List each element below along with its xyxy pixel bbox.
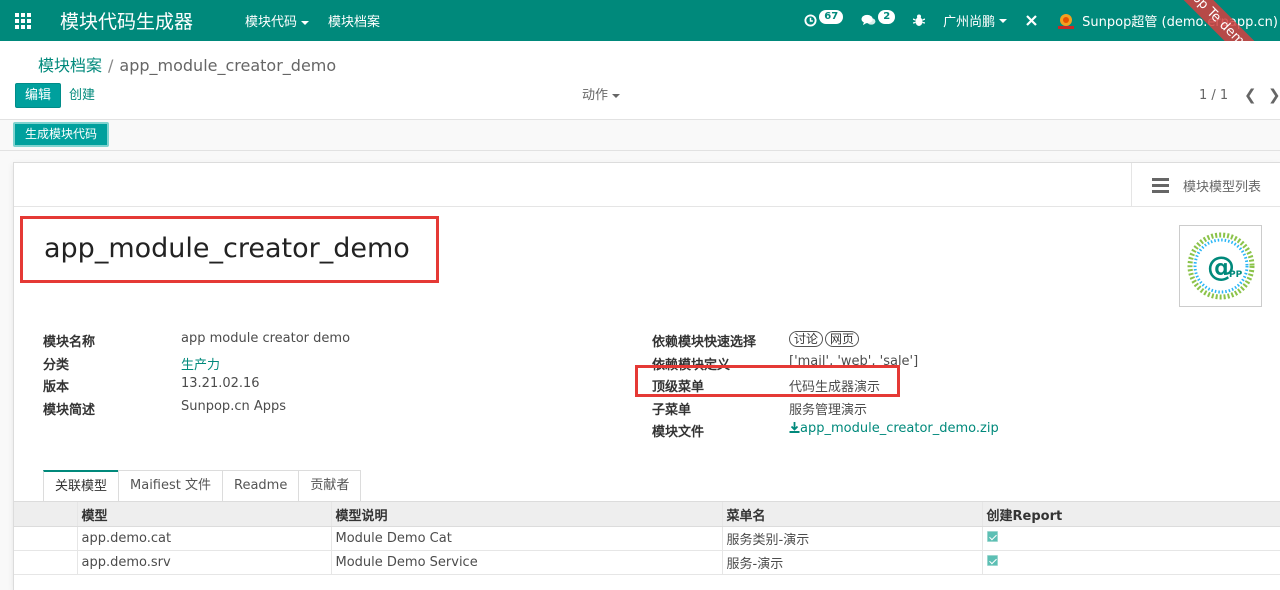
comments-icon [861,14,876,26]
user-menu[interactable]: Sunpop超管 (demo.erpapp.cn) [1056,11,1278,30]
cell-description: Module Demo Cat [330,526,722,551]
module-model-list-button[interactable]: 模块模型列表 [1131,163,1280,207]
module-file-download-link[interactable]: app_module_creator_demo.zip [789,421,999,436]
list-icon [1152,177,1169,193]
button-box: 模块模型列表 [14,163,1280,207]
debug-menu[interactable] [913,14,926,27]
menu-module-code[interactable]: 模块代码 [245,11,310,30]
form-header: 生成模块代码 [0,120,1280,151]
breadcrumb-current: app_module_creator_demo [119,56,337,75]
field-value-sub-menu: 服务管理演示 [789,403,868,418]
related-models-table: 模型 模型说明 菜单名 创建Report app.demo.cat Module… [14,501,1280,575]
tab-readme[interactable]: Readme [222,470,300,502]
top-navbar: 模块代码生成器 模块代码 模块档案 67 2 广州尚鹏 Sunpop超管 (de… [0,0,1280,41]
pager-next-icon[interactable]: ❯ [1268,83,1280,108]
cell-description: Module Demo Service [330,550,722,575]
create-button[interactable]: 创建 [69,83,95,108]
message-badge: 2 [878,9,896,24]
control-panel: 模块档案 / app_module_creator_demo 编辑 创建 动作 1 … [0,41,1280,120]
field-label-module-file: 模块文件 [652,425,705,440]
user-name: Sunpop超管 (demo.erpapp.cn) [1082,15,1278,30]
activity-menu[interactable]: 67 [804,9,844,28]
company-name: 广州尚鹏 [943,15,996,30]
column-header-report[interactable]: 创建Report [981,501,1280,527]
company-switcher[interactable]: 广州尚鹏 [943,11,1008,30]
row-handle [14,526,77,551]
cell-menu: 服务类别-演示 [721,526,982,551]
column-header-description[interactable]: 模型说明 [330,501,722,527]
form-sheet: 模块模型列表 app_module_creator_demo @ PP 模块名称… [13,162,1280,590]
cell-report [981,550,1280,575]
download-icon [789,422,800,433]
pager-previous-icon[interactable]: ❮ [1244,83,1257,108]
notebook-tabs: 关联模型 Maifiest 文件 Readme 贡献者 [43,470,362,502]
table-row[interactable]: app.demo.srv Module Demo Service 服务-演示 [14,550,1280,575]
row-handle [14,550,77,575]
field-value-dep-quick: 讨论 网页 [789,331,861,347]
menu-module-archive[interactable]: 模块档案 [328,11,380,30]
tools-menu[interactable] [1025,14,1038,27]
module-icon-image[interactable]: @ PP [1179,225,1262,307]
actions-dropdown[interactable]: 动作 [582,83,621,108]
breadcrumb: 模块档案 / app_module_creator_demo [38,52,336,76]
apps-menu-icon[interactable] [0,0,46,41]
breadcrumb-separator: / [108,56,114,75]
cell-report [981,526,1280,551]
breadcrumb-parent[interactable]: 模块档案 [38,56,102,75]
bug-icon [913,14,926,26]
tab-related-models[interactable]: 关联模型 [43,470,120,502]
field-value-version: 13.21.02.16 [181,376,260,391]
close-tools-icon [1026,15,1037,26]
cell-menu: 服务-演示 [721,550,982,575]
smart-button-label: 模块模型列表 [1183,179,1262,195]
field-label-summary: 模块简述 [43,403,96,418]
dep-tag-discuss[interactable]: 讨论 [789,331,824,347]
cell-model: app.demo.cat [76,526,331,551]
field-label-category: 分类 [43,358,70,373]
chevron-down-icon [612,93,621,98]
field-value-top-menu: 代码生成器演示 [789,380,881,395]
pager-value[interactable]: 1 / 1 [1199,83,1228,108]
activity-badge: 67 [819,9,844,24]
field-label-module-name: 模块名称 [43,335,96,350]
report-checkbox[interactable] [986,531,998,542]
field-value-module-name: app module creator demo [181,331,351,346]
field-label-version: 版本 [43,380,70,395]
row-handle-header [14,501,77,527]
generate-module-code-button[interactable]: 生成模块代码 [13,122,110,147]
field-label-sub-menu: 子菜单 [652,403,692,418]
report-checkbox[interactable] [986,555,998,566]
messaging-menu[interactable]: 2 [861,9,896,28]
app-logo-icon: @ PP [1187,232,1254,300]
svg-text:PP: PP [1229,270,1243,280]
record-title: app_module_creator_demo [44,233,410,264]
field-label-top-menu: 顶级菜单 [652,380,705,395]
module-file-name: app_module_creator_demo.zip [800,421,999,436]
field-value-summary: Sunpop.cn Apps [181,399,287,414]
field-value-category[interactable]: 生产力 [181,354,220,373]
dep-tag-web[interactable]: 网页 [825,331,860,347]
column-header-model[interactable]: 模型 [76,501,331,527]
field-label-dep-quick: 依赖模块快速选择 [652,335,757,350]
edit-button[interactable]: 编辑 [15,83,62,108]
actions-label: 动作 [582,88,609,103]
user-avatar-logo [1058,13,1075,29]
table-row[interactable]: app.demo.cat Module Demo Cat 服务类别-演示 [14,526,1280,551]
tab-contributors[interactable]: 贡献者 [298,470,362,502]
table-header-row: 模型 模型说明 菜单名 创建Report [14,501,1280,527]
app-brand: 模块代码生成器 [60,11,194,33]
tab-manifest[interactable]: Maifiest 文件 [118,470,223,502]
chevron-down-icon [301,20,310,25]
column-header-menu[interactable]: 菜单名 [721,501,982,527]
clock-icon [804,14,817,27]
chevron-down-icon [999,18,1008,23]
cell-model: app.demo.srv [76,550,331,575]
